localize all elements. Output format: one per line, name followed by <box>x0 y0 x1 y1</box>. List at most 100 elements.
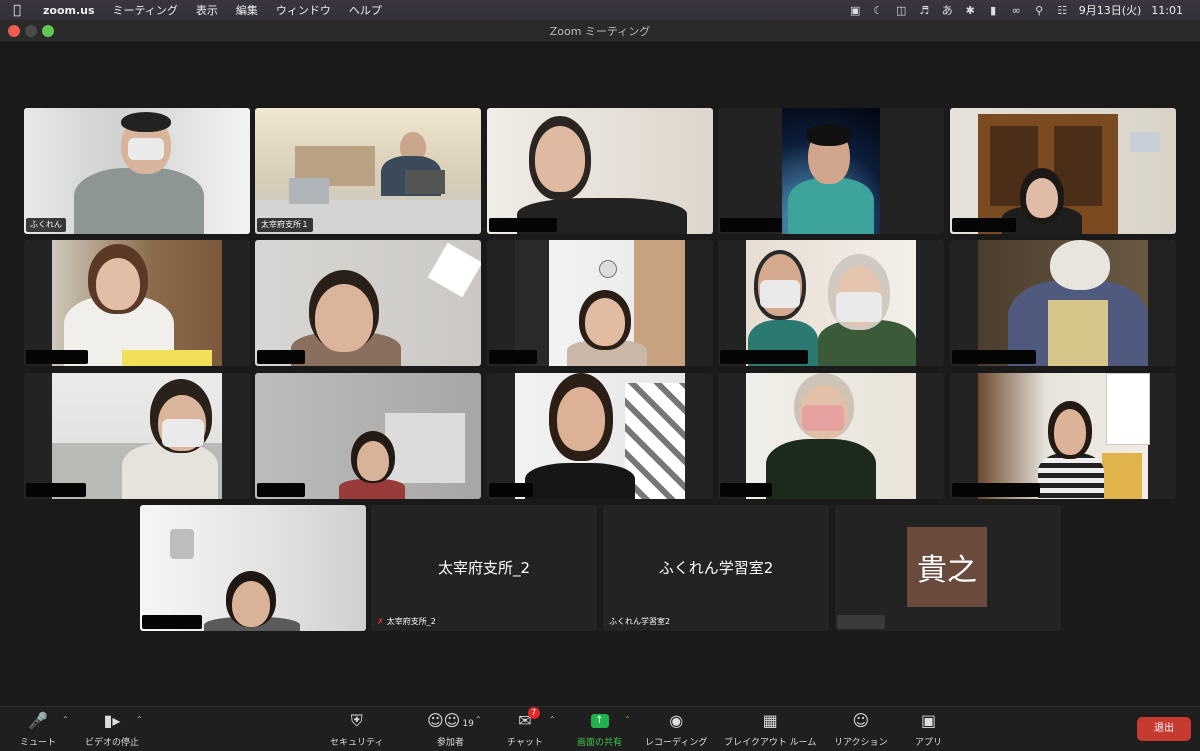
reactions-button[interactable]: ☺ リアクション <box>834 711 888 751</box>
participants-button[interactable]: ☺☺ 19 参加者 <box>427 711 474 751</box>
participant-video <box>52 240 222 366</box>
participant-name-hidden <box>952 483 1040 497</box>
participants-icon: ☺☺ 19 <box>427 711 474 730</box>
participant-tile-10[interactable] <box>950 240 1176 366</box>
window-fullscreen-button[interactable] <box>42 25 54 37</box>
participants-options-caret[interactable]: ⌃ <box>475 715 482 724</box>
participant-video <box>782 108 880 234</box>
window-titlebar: Zoom ミーティング <box>0 20 1200 43</box>
menu-view[interactable]: 表示 <box>187 2 227 18</box>
participant-tile-8[interactable] <box>487 240 713 366</box>
participant-video <box>978 373 1150 499</box>
participant-video <box>746 240 916 366</box>
input-method-icon[interactable]: あ <box>936 2 959 18</box>
participant-tile-4[interactable] <box>718 108 944 234</box>
participant-display-name: 太宰府支所_2 <box>437 559 531 577</box>
share-screen-button[interactable]: ↑ 画面の共有 <box>577 711 622 751</box>
participant-tile-fukuren[interactable]: ふくれん <box>24 108 250 234</box>
apps-button[interactable]: ▣ アプリ <box>915 711 942 751</box>
share-options-caret[interactable]: ⌃ <box>624 715 631 724</box>
volume-icon[interactable]: ♬ <box>913 4 936 17</box>
audio-options-caret[interactable]: ⌃ <box>62 715 69 724</box>
participant-video <box>255 373 481 499</box>
chat-options-caret[interactable]: ⌃ <box>549 715 556 724</box>
participant-video <box>515 240 685 366</box>
participant-name: 太宰府支所１ <box>257 218 313 232</box>
participant-name: ✗ 太宰府支所_2 <box>373 615 440 629</box>
window-title: Zoom ミーティング <box>549 25 651 38</box>
participant-name-text: 太宰府支所_2 <box>386 617 436 626</box>
participant-tile-9[interactable] <box>718 240 944 366</box>
menu-app[interactable]: zoom.us <box>34 4 104 17</box>
chat-button[interactable]: ✉ 7 チャット <box>507 707 543 751</box>
participant-tile-3[interactable] <box>487 108 713 234</box>
moon-icon[interactable]: ☾ <box>867 4 890 17</box>
security-button[interactable]: ⛨ セキュリティ <box>330 711 383 751</box>
link-icon[interactable]: ∞ <box>1005 4 1028 17</box>
participant-tile-takayuki[interactable]: 貴之 <box>835 505 1061 631</box>
participant-tile-13[interactable] <box>487 373 713 499</box>
shield-icon: ⛨ <box>350 711 363 730</box>
participant-name-hidden <box>257 350 305 364</box>
mic-muted-icon: ✗ <box>377 617 384 626</box>
menubar-date[interactable]: 9月13日(火) <box>1074 2 1147 18</box>
participant-name: ふくれん学習室2 <box>609 617 671 626</box>
security-label: セキュリティ <box>330 738 384 748</box>
record-button[interactable]: ◉ レコーディング <box>645 711 707 751</box>
breakout-rooms-button[interactable]: ▦ ブレイクアウト ルーム <box>724 711 816 751</box>
menu-window[interactable]: ウィンドウ <box>267 2 340 18</box>
chat-badge: 7 <box>527 707 540 719</box>
menu-meeting[interactable]: ミーティング <box>104 2 187 18</box>
participant-name-hidden <box>720 483 772 497</box>
chat-label: チャット <box>507 738 543 748</box>
menu-help[interactable]: ヘルプ <box>340 2 391 18</box>
participant-video <box>950 108 1176 234</box>
participant-tile-16[interactable] <box>140 505 366 631</box>
participant-tile-5[interactable] <box>950 108 1176 234</box>
mute-label: ミュート <box>20 738 57 748</box>
stop-video-button[interactable]: ▮▸ ビデオの停止 <box>85 711 139 751</box>
battery-icon[interactable]: ▮ <box>982 4 1005 17</box>
leave-button[interactable]: 退出 <box>1137 717 1191 741</box>
window-minimize-button[interactable] <box>25 25 37 37</box>
screen-mirror-icon[interactable]: ◫ <box>890 4 913 17</box>
participant-video <box>52 373 222 499</box>
breakout-grid-icon: ▦ <box>762 711 778 730</box>
participant-tile-14[interactable] <box>718 373 944 499</box>
breakout-label: ブレイクアウト ルーム <box>724 738 817 748</box>
video-label: ビデオの停止 <box>85 738 140 748</box>
participant-name-hidden <box>489 483 533 497</box>
video-options-caret[interactable]: ⌃ <box>136 715 143 724</box>
participant-tile-12[interactable] <box>255 373 481 499</box>
participant-video <box>978 240 1148 366</box>
control-center-icon[interactable]: ☷ <box>1051 4 1074 17</box>
bluetooth-icon[interactable]: ✱ <box>959 4 982 17</box>
window-close-button[interactable] <box>8 25 20 37</box>
smiley-icon: ☺ <box>852 711 870 730</box>
participant-name-hidden <box>142 615 202 629</box>
apple-icon[interactable]:  <box>0 3 34 18</box>
participant-tile-gakushu2[interactable]: ふくれん学習室2 ふくれん学習室2 <box>603 505 829 631</box>
meeting-toolbar: 🎤 ミュート ⌃ ▮▸ ビデオの停止 ⌃ ⛨ セキュリティ ☺☺ 19 参加者 ⌃… <box>0 706 1200 751</box>
participant-name-hidden <box>952 218 1016 232</box>
participant-tile-6[interactable] <box>24 240 250 366</box>
participant-tile-11[interactable] <box>24 373 250 499</box>
participant-name: ふくれん <box>26 218 66 232</box>
mute-button[interactable]: 🎤 ミュート <box>20 711 56 751</box>
participant-video <box>255 108 481 234</box>
zoom-status-icon[interactable]: ▣ <box>844 4 867 17</box>
reactions-label: リアクション <box>834 738 888 748</box>
record-icon: ◉ <box>669 711 684 730</box>
participant-name-hidden <box>837 615 885 629</box>
participant-tile-dazaifu1[interactable]: 太宰府支所１ <box>255 108 481 234</box>
participant-name-hidden <box>720 350 808 364</box>
participant-tile-7[interactable] <box>255 240 481 366</box>
participant-tile-dazaifu2[interactable]: 太宰府支所_2 ✗ 太宰府支所_2 <box>371 505 597 631</box>
participant-name-hidden <box>257 483 305 497</box>
menubar:  zoom.us ミーティング 表示 編集 ウィンドウ ヘルプ ▣ ☾ ◫ ♬… <box>0 0 1200 20</box>
search-icon[interactable]: ⚲ <box>1028 4 1051 17</box>
participant-tile-15[interactable] <box>950 373 1176 499</box>
participants-label: 参加者 <box>436 738 464 748</box>
menu-edit[interactable]: 編集 <box>227 2 267 18</box>
menubar-time[interactable]: 11:01 <box>1146 4 1188 17</box>
